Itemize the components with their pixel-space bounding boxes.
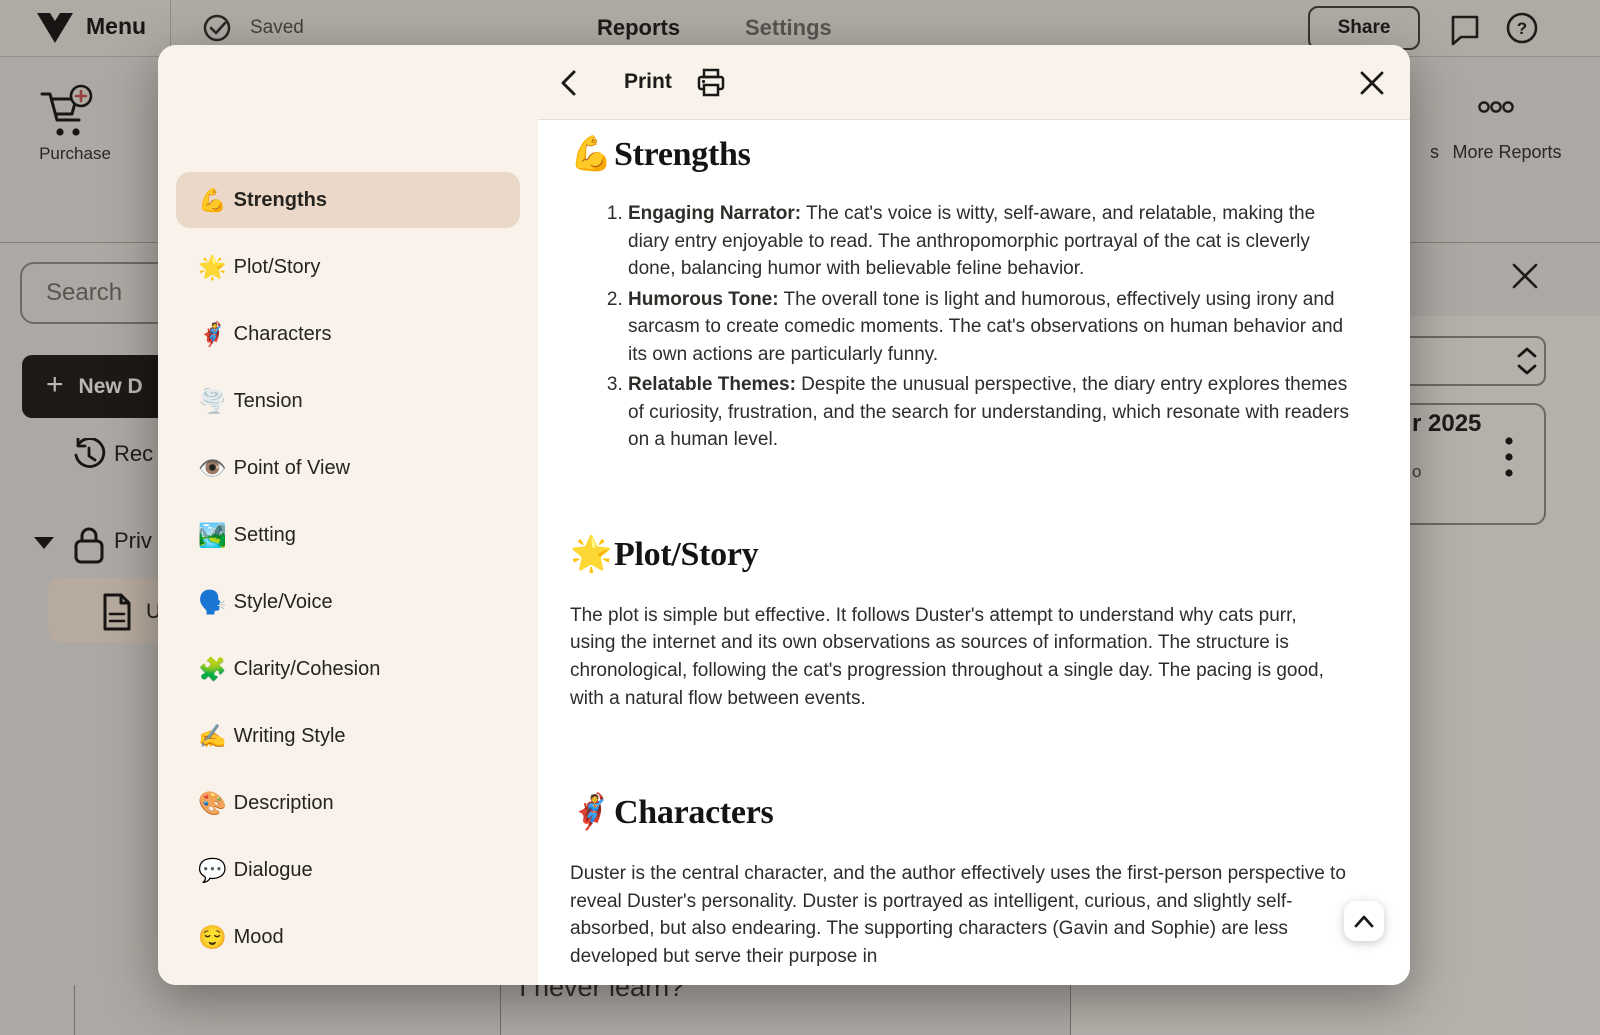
report-section: 💪Strengths Engaging Narrator: The cat's …	[570, 134, 1354, 454]
close-icon[interactable]	[1358, 69, 1386, 97]
writing-style-emoji-icon: ✍️	[198, 725, 227, 748]
section-emoji-icon: 🌟	[570, 534, 612, 574]
dialogue-emoji-icon: 💬	[198, 859, 227, 882]
section-list: Engaging Narrator: The cat's voice is wi…	[570, 200, 1354, 454]
print-icon[interactable]	[696, 68, 726, 98]
sidebar-item-point-of-view[interactable]: 👁️ Point of View	[176, 440, 520, 496]
sidebar-item-label: Characters	[234, 323, 332, 346]
sidebar-item-label: Description	[234, 792, 334, 815]
print-modal-header: Print	[538, 45, 1410, 120]
sidebar-item-label: Mood	[234, 926, 284, 949]
point-of-view-emoji-icon: 👁️	[198, 457, 227, 480]
print-modal: 💪 Strengths 🌟 Plot/Story 🦸 Characters 🌪️…	[158, 45, 1410, 985]
section-list-item: Relatable Themes: Despite the unusual pe…	[628, 371, 1354, 454]
sidebar-item-description[interactable]: 🎨 Description	[176, 775, 520, 831]
sidebar-item-label: Plot/Story	[234, 256, 321, 279]
sidebar-item-strengths[interactable]: 💪 Strengths	[176, 172, 520, 228]
sidebar-item-label: Tension	[234, 390, 303, 413]
sidebar-item-label: Dialogue	[234, 859, 313, 882]
section-emoji-icon: 💪	[570, 134, 612, 174]
report-section: 🦸Characters Duster is the central charac…	[570, 792, 1354, 970]
section-heading: 🦸Characters	[570, 792, 1354, 832]
print-modal-main: Print 💪Strengths Engaging Narrator: The …	[538, 45, 1410, 985]
section-heading: 🌟Plot/Story	[570, 534, 1354, 574]
report-section: 🌟Plot/Story The plot is simple but effec…	[570, 534, 1354, 712]
strengths-emoji-icon: 💪	[198, 189, 227, 212]
sidebar-item-mood[interactable]: 😌 Mood	[176, 909, 520, 965]
sidebar-item-plot-story[interactable]: 🌟 Plot/Story	[176, 239, 520, 295]
setting-emoji-icon: 🏞️	[198, 524, 227, 547]
section-list-item: Engaging Narrator: The cat's voice is wi…	[628, 200, 1354, 283]
sidebar-item-label: Strengths	[234, 189, 327, 212]
sidebar-item-label: Clarity/Cohesion	[234, 658, 381, 681]
sidebar-item-setting[interactable]: 🏞️ Setting	[176, 507, 520, 563]
chevron-up-icon	[1354, 914, 1374, 928]
sidebar-item-label: Style/Voice	[234, 591, 333, 614]
section-paragraph: The plot is simple but effective. It fol…	[570, 602, 1354, 712]
section-list-item: Humorous Tone: The overall tone is light…	[628, 286, 1354, 369]
back-chevron-icon[interactable]	[558, 69, 578, 97]
sidebar-item-label: Writing Style	[234, 725, 346, 748]
sidebar-item-tension[interactable]: 🌪️ Tension	[176, 373, 520, 429]
report-document: 💪Strengths Engaging Narrator: The cat's …	[538, 120, 1410, 985]
report-sections-sidebar: 💪 Strengths 🌟 Plot/Story 🦸 Characters 🌪️…	[158, 45, 538, 985]
mood-emoji-icon: 😌	[198, 926, 227, 949]
sidebar-item-characters[interactable]: 🦸 Characters	[176, 306, 520, 362]
modal-title: Print	[624, 70, 672, 94]
style-voice-emoji-icon: 🗣️	[198, 591, 227, 614]
sidebar-item-clarity-cohesion[interactable]: 🧩 Clarity/Cohesion	[176, 641, 520, 697]
app-root: Menu Saved Reports Settings Share ?	[0, 0, 1600, 1035]
plot-story-emoji-icon: 🌟	[198, 256, 227, 279]
characters-emoji-icon: 🦸	[198, 323, 227, 346]
section-heading: 💪Strengths	[570, 134, 1354, 174]
clarity-cohesion-emoji-icon: 🧩	[198, 658, 227, 681]
sidebar-item-style-voice[interactable]: 🗣️ Style/Voice	[176, 574, 520, 630]
sidebar-item-label: Point of View	[234, 457, 350, 480]
sidebar-item-dialogue[interactable]: 💬 Dialogue	[176, 842, 520, 898]
sidebar-item-writing-style[interactable]: ✍️ Writing Style	[176, 708, 520, 764]
sidebar-item-label: Setting	[234, 524, 296, 547]
tension-emoji-icon: 🌪️	[198, 390, 227, 413]
scroll-to-top-button[interactable]	[1344, 901, 1384, 941]
description-emoji-icon: 🎨	[198, 792, 227, 815]
section-paragraph: Duster is the central character, and the…	[570, 860, 1354, 970]
section-emoji-icon: 🦸	[570, 792, 612, 832]
